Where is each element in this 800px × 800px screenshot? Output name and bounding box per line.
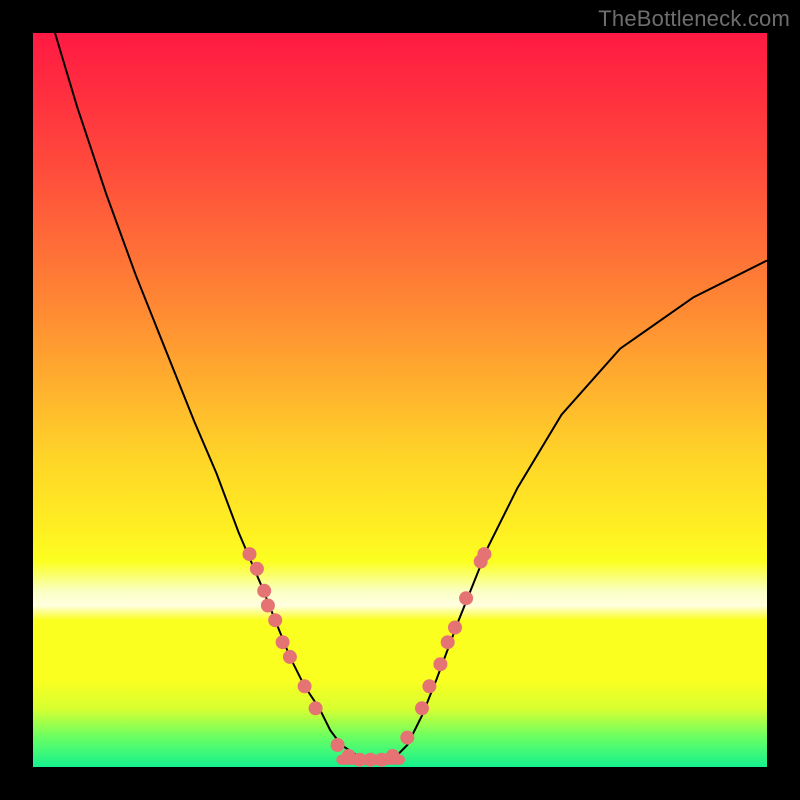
data-marker [477, 547, 491, 561]
watermark-text: TheBottleneck.com [598, 6, 790, 32]
data-marker [386, 749, 400, 763]
data-marker [331, 738, 345, 752]
data-marker [459, 591, 473, 605]
data-marker [309, 701, 323, 715]
data-marker [261, 599, 275, 613]
chart-svg [33, 33, 767, 767]
data-marker [422, 679, 436, 693]
data-marker [448, 621, 462, 635]
data-marker [276, 635, 290, 649]
data-marker [415, 701, 429, 715]
chart-frame: TheBottleneck.com [0, 0, 800, 800]
data-marker [283, 650, 297, 664]
bottleneck-curve [55, 33, 767, 760]
data-marker [441, 635, 455, 649]
data-marker [243, 547, 257, 561]
plot-area [33, 33, 767, 767]
data-marker [257, 584, 271, 598]
data-marker [433, 657, 447, 671]
data-marker [298, 679, 312, 693]
data-marker [268, 613, 282, 627]
data-marker [400, 731, 414, 745]
data-marker [250, 562, 264, 576]
